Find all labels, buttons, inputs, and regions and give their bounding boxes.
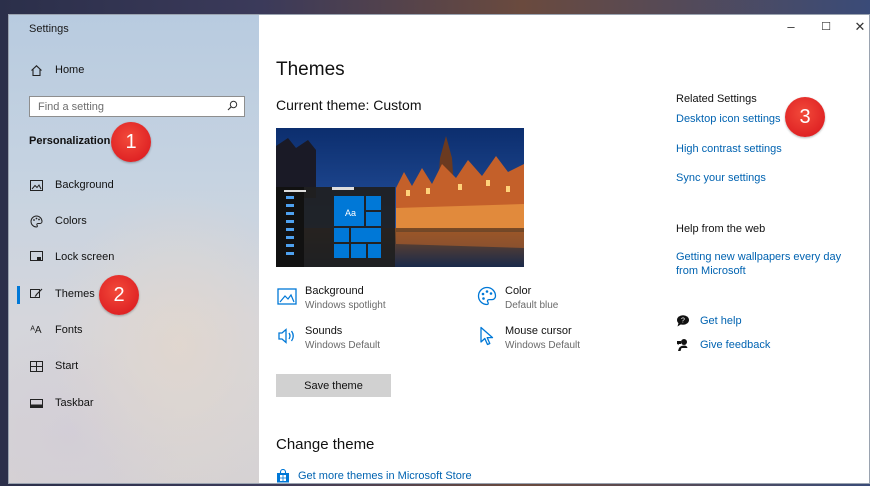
sidebar-item-fonts[interactable]: ᴬA Fonts [29, 320, 83, 340]
svg-text:?: ? [681, 317, 685, 324]
home-icon [29, 63, 43, 77]
current-theme-heading: Current theme: Custom [276, 97, 422, 113]
help-chat-icon: ? [676, 314, 690, 328]
property-label: Background [305, 285, 364, 297]
change-theme-heading: Change theme [276, 436, 375, 453]
sidebar-item-themes[interactable]: Themes [29, 284, 95, 304]
sidebar-item-label: Fonts [55, 324, 83, 336]
property-label: Mouse cursor [505, 325, 572, 337]
property-value: Windows Default [305, 340, 381, 351]
give-feedback-link[interactable]: Give feedback [676, 338, 770, 352]
sounds-property[interactable]: Sounds Windows Default [276, 325, 380, 351]
help-heading: Help from the web [676, 223, 766, 235]
property-label: Sounds [305, 325, 343, 337]
high-contrast-settings-link[interactable]: High contrast settings [676, 143, 782, 155]
property-value: Default blue [505, 300, 559, 311]
wallpapers-link-line2: from Microsoft [676, 265, 746, 277]
sidebar-item-colors[interactable]: Colors [29, 211, 87, 231]
wallpapers-link-line1: Getting new wallpapers every day [676, 251, 842, 263]
mouse-cursor-property[interactable]: Mouse cursor Windows Default [476, 325, 580, 351]
cursor-icon [476, 325, 498, 347]
font-icon: ᴬA [30, 324, 42, 336]
sidebar-item-label: Themes [55, 288, 95, 300]
store-link-label: Get more themes in Microsoft Store [298, 470, 472, 482]
palette-icon [29, 214, 43, 228]
search-icon [227, 100, 238, 114]
store-link[interactable]: Get more themes in Microsoft Store [276, 469, 472, 483]
sidebar-item-label: Lock screen [55, 251, 115, 263]
property-value: Windows spotlight [305, 300, 386, 311]
image-icon [276, 285, 298, 307]
theme-preview-image [276, 128, 524, 267]
annotation-badge-3: 3 [785, 97, 825, 137]
get-help-link[interactable]: ? Get help [676, 314, 742, 328]
taskbar-icon [29, 396, 43, 410]
feedback-icon [676, 338, 690, 352]
sidebar-item-label: Taskbar [55, 397, 94, 409]
sidebar-item-lock-screen[interactable]: Lock screen [29, 247, 114, 267]
close-button[interactable]: ✕ [852, 19, 868, 35]
sidebar: Settings Home Find a setting Personaliza… [9, 15, 259, 483]
sidebar-item-label: Background [55, 179, 114, 191]
preview-sample-text: Aa [345, 208, 357, 218]
property-label: Color [505, 285, 532, 297]
settings-window: Settings Home Find a setting Personaliza… [8, 14, 870, 484]
sidebar-home[interactable]: Home [29, 60, 84, 80]
sidebar-item-background[interactable]: Background [29, 175, 114, 195]
main-content: – ☐ ✕ Themes Current theme: Custom Aa Ba… [259, 15, 869, 483]
sidebar-home-label: Home [55, 64, 85, 76]
active-indicator [17, 286, 20, 304]
property-value: Windows Default [505, 340, 581, 351]
page-title: Themes [276, 59, 345, 80]
palette-icon [476, 285, 498, 307]
get-help-label: Get help [700, 315, 742, 327]
background-property[interactable]: Background Windows spotlight [276, 285, 386, 311]
lock-screen-icon [29, 250, 43, 264]
give-feedback-label: Give feedback [700, 339, 771, 351]
start-icon [29, 359, 43, 373]
window-title: Settings [29, 23, 69, 35]
desktop-icon-settings-link[interactable]: Desktop icon settings [676, 113, 781, 125]
section-heading: Personalization [29, 135, 111, 147]
sidebar-item-taskbar[interactable]: Taskbar [29, 393, 94, 413]
save-theme-button[interactable]: Save theme [276, 374, 391, 397]
annotation-badge-2: 2 [99, 275, 139, 315]
sidebar-item-label: Start [55, 360, 79, 372]
speaker-icon [276, 325, 298, 347]
theme-preview: Aa [276, 128, 524, 267]
sync-settings-link[interactable]: Sync your settings [676, 172, 766, 184]
brush-icon [29, 287, 43, 301]
minimize-button[interactable]: – [783, 19, 799, 34]
search-input[interactable]: Find a setting [29, 96, 245, 117]
sidebar-item-start[interactable]: Start [29, 356, 78, 376]
color-property[interactable]: Color Default blue [476, 285, 558, 311]
wallpapers-link[interactable]: Getting new wallpapers every day from Mi… [676, 250, 841, 278]
related-settings-heading: Related Settings [676, 93, 757, 105]
store-icon [276, 469, 290, 483]
maximize-button[interactable]: ☐ [818, 20, 834, 33]
sidebar-item-label: Colors [55, 215, 87, 227]
image-icon [29, 178, 43, 192]
search-placeholder: Find a setting [38, 100, 105, 113]
annotation-badge-1: 1 [111, 122, 151, 162]
